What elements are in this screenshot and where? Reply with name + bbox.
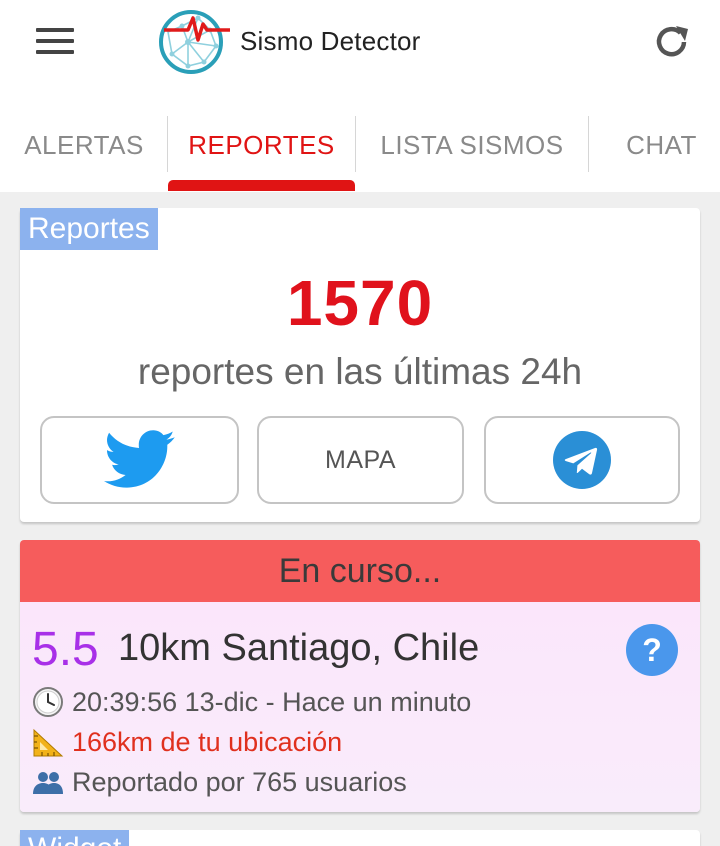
menu-icon[interactable] [36, 26, 76, 56]
quake-distance: 166km de tu ubicación [72, 726, 343, 757]
twitter-bird-icon [103, 430, 175, 488]
reportes-card: Reportes 1570 reportes en las últimas 24… [20, 208, 700, 522]
quake-magnitude: 5.5 [32, 623, 99, 676]
refresh-icon[interactable] [650, 20, 694, 64]
users-icon [33, 772, 63, 794]
quake-in-progress-card: En curso... 5.5 10km Santiago, Chile ? 2… [20, 540, 700, 812]
app-bar: Sismo Detector [0, 0, 720, 100]
widget-card: Widget [20, 830, 700, 846]
quake-reporters-row: Reportado por 765 usuarios [32, 766, 407, 798]
tab-lista-sismos[interactable]: LISTA SISMOS [356, 116, 588, 192]
quake-reporters: Reportado por 765 usuarios [72, 766, 407, 797]
widget-tag: Widget [20, 830, 130, 846]
in-progress-header: En curso... [20, 540, 700, 602]
map-button[interactable]: MAPA [257, 416, 464, 504]
quake-distance-row: 166km de tu ubicación [32, 726, 342, 758]
quake-location: 10km Santiago, Chile [118, 627, 480, 669]
report-count: 1570 [286, 267, 434, 339]
triangle-ruler-icon [33, 728, 64, 757]
clock-icon [33, 687, 63, 717]
quake-time: 20:39:56 13-dic - Hace un minuto [72, 686, 472, 717]
quake-details[interactable]: 5.5 10km Santiago, Chile ? 20:39:56 13-d… [20, 602, 700, 812]
telegram-plane-icon [553, 431, 611, 489]
tab-chat[interactable]: CHAT [589, 116, 720, 192]
app-logo-icon [159, 10, 230, 74]
tab-alertas[interactable]: ALERTAS [0, 116, 168, 192]
map-button-label: MAPA [325, 445, 396, 474]
active-tab-indicator [168, 180, 355, 191]
quake-time-row: 20:39:56 13-dic - Hace un minuto [32, 686, 471, 718]
reportes-tag: Reportes [20, 208, 158, 250]
app-title: Sismo Detector [240, 26, 421, 56]
telegram-button[interactable] [484, 416, 680, 504]
help-button[interactable]: ? [626, 624, 678, 676]
twitter-button[interactable] [40, 416, 239, 504]
report-count-subtitle: reportes en las últimas 24h [137, 351, 583, 392]
